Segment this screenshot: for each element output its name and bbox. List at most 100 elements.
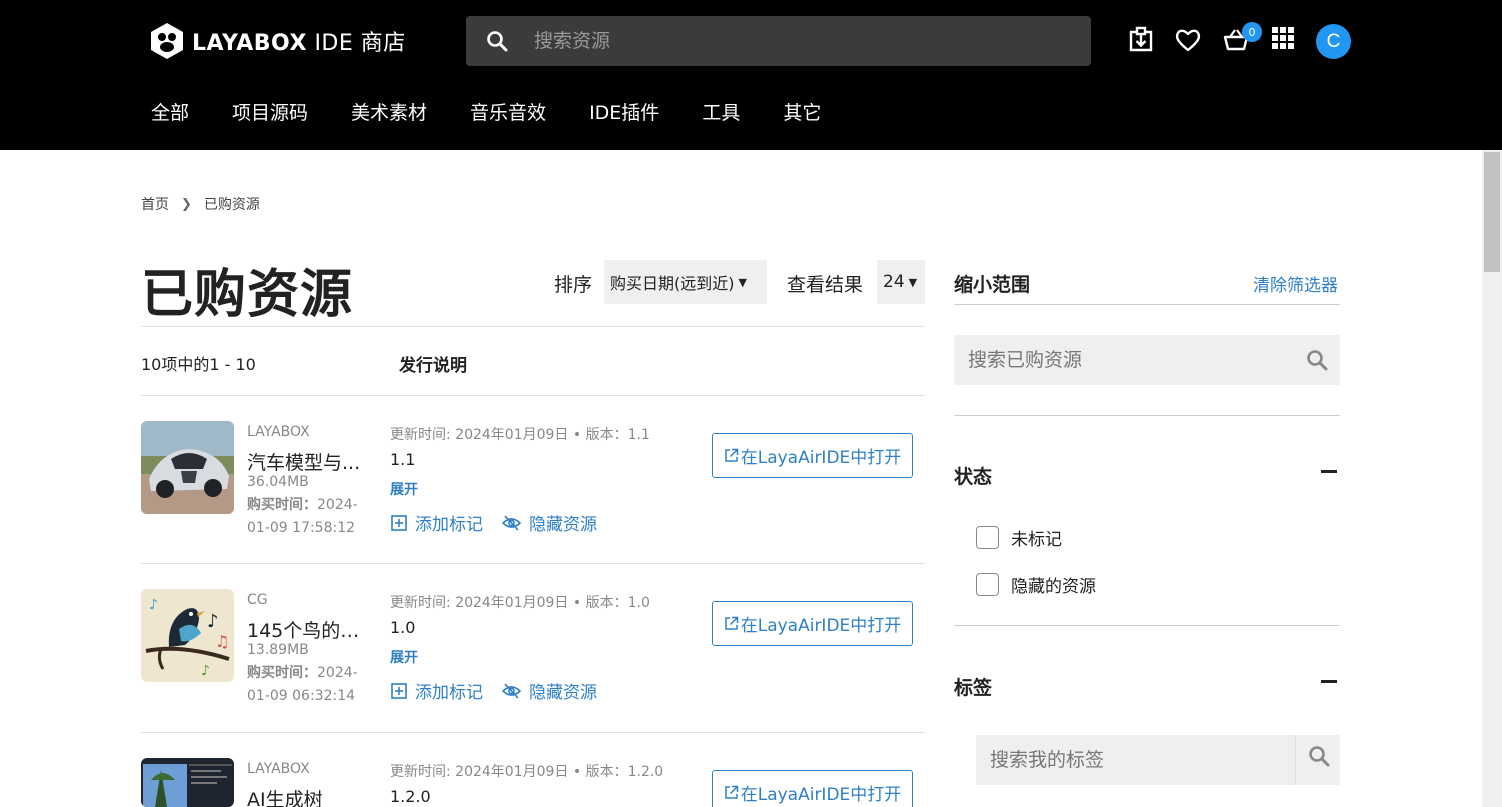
- asset-vendor: LAYABOX: [247, 424, 310, 440]
- release-version: 1.1: [390, 450, 416, 469]
- hide-asset-button[interactable]: 隐藏资源: [502, 510, 597, 535]
- breadcrumb: 首页 ❯ 已购资源: [141, 194, 260, 214]
- open-in-ide-button[interactable]: 在LayaAirIDE中打开: [712, 770, 913, 807]
- top-header: LAYABOX IDE 商店 0 C 全部 项目源码 美术素材 音乐音效 IDE…: [0, 0, 1502, 150]
- asset-name[interactable]: AI生成树: [247, 785, 375, 807]
- divider: [954, 304, 1340, 305]
- checkbox[interactable]: [976, 573, 999, 596]
- sort-select-value: 购买日期(远到近): [610, 274, 735, 293]
- asset-thumbnail-bird[interactable]: ♪ ♫ ♪ ♪: [141, 589, 234, 682]
- asset-size: 13.89MB: [247, 642, 309, 658]
- divider: [141, 563, 925, 564]
- open-in-ide-button[interactable]: 在LayaAirIDE中打开: [712, 433, 913, 478]
- nav-item-all[interactable]: 全部: [151, 98, 189, 125]
- open-in-ide-button[interactable]: 在LayaAirIDE中打开: [712, 601, 913, 646]
- purchase-time: 购买时间：2024-01-09 17:58:12: [247, 497, 358, 536]
- asset-vendor: CG: [247, 592, 268, 608]
- update-info: 更新时间: 2024年01月09日 • 版本：1.1: [390, 427, 650, 443]
- nav-item-other[interactable]: 其它: [783, 98, 821, 125]
- filter-hidden[interactable]: 隐藏的资源: [976, 572, 1096, 597]
- logo[interactable]: LAYABOX IDE 商店: [150, 20, 406, 62]
- view-results-select[interactable]: 24 ▼: [877, 260, 925, 304]
- user-avatar[interactable]: C: [1316, 24, 1351, 59]
- search-icon[interactable]: [1308, 745, 1330, 767]
- asset-name[interactable]: 145个鸟的音...: [247, 616, 375, 643]
- add-tag-button[interactable]: 添加标记: [391, 678, 483, 703]
- list-item: LAYABOX AI生成树 更新时间: 2024年01月09日 • 版本：1.2…: [141, 758, 925, 807]
- heart-icon[interactable]: [1174, 26, 1202, 54]
- divider: [954, 415, 1340, 416]
- expand-link[interactable]: 展开: [390, 647, 418, 667]
- apps-grid-icon[interactable]: [1271, 26, 1295, 50]
- svg-text:♫: ♫: [215, 632, 229, 651]
- release-version: 1.0: [390, 618, 416, 637]
- update-info: 更新时间: 2024年01月09日 • 版本：1.2.0: [390, 764, 664, 780]
- tag-search-input[interactable]: [990, 749, 1290, 771]
- plus-square-icon: [391, 514, 407, 531]
- eye-slash-icon: [502, 514, 521, 531]
- divider: [141, 732, 925, 733]
- expand-link[interactable]: 展开: [390, 479, 418, 499]
- breadcrumb-current: 已购资源: [203, 197, 260, 213]
- svg-text:♪: ♪: [201, 663, 210, 679]
- eye-slash-icon: [502, 682, 521, 699]
- view-results-label: 查看结果: [787, 274, 864, 296]
- item-actions: 添加标记 隐藏资源: [391, 678, 616, 703]
- search-icon[interactable]: [1306, 349, 1328, 371]
- breadcrumb-home[interactable]: 首页: [141, 194, 169, 214]
- sort-label: 排序: [554, 274, 593, 296]
- external-link-icon: [724, 785, 738, 799]
- release-notes-header: 发行说明: [399, 356, 467, 376]
- nav-item-tools[interactable]: 工具: [702, 98, 740, 125]
- list-item: LAYABOX 汽车模型与... 36.04MB 购买时间：2024-01-09…: [141, 421, 925, 551]
- nav-item-audio[interactable]: 音乐音效: [470, 98, 546, 125]
- nav-item-art[interactable]: 美术素材: [351, 98, 427, 125]
- divider: [141, 326, 925, 327]
- filter-title: 缩小范围: [954, 274, 1031, 296]
- download-icon[interactable]: [1127, 26, 1155, 54]
- tags-section-title: 标签: [954, 677, 993, 699]
- list-item: ♪ ♫ ♪ ♪ CG 145个鸟的音... 13.89MB 购买时间：2024-…: [141, 589, 925, 719]
- sort-select[interactable]: 购买日期(远到近) ▼: [604, 260, 767, 304]
- divider: [954, 625, 1340, 626]
- nav-item-ide-plugins[interactable]: IDE插件: [589, 98, 659, 125]
- category-nav: 全部 项目源码 美术素材 音乐音效 IDE插件 工具 其它: [151, 98, 864, 125]
- collapse-minus-icon[interactable]: [1321, 680, 1337, 683]
- update-info: 更新时间: 2024年01月09日 • 版本：1.0: [390, 595, 650, 611]
- divider: [1295, 735, 1296, 785]
- svg-text:♪: ♪: [207, 611, 219, 632]
- checkbox[interactable]: [976, 526, 999, 549]
- chevron-down-icon: ▼: [908, 275, 918, 289]
- svg-text:♪: ♪: [149, 597, 158, 613]
- external-link-icon: [724, 448, 738, 462]
- filter-unmarked[interactable]: 未标记: [976, 525, 1062, 550]
- search-icon[interactable]: [486, 30, 508, 52]
- plus-square-icon: [391, 682, 407, 699]
- purchase-time: 购买时间：2024-01-09 06:32:14: [247, 665, 358, 704]
- search-input[interactable]: [534, 30, 1054, 52]
- chevron-right-icon: ❯: [181, 196, 192, 212]
- divider: [141, 395, 925, 396]
- asset-name[interactable]: 汽车模型与...: [247, 448, 375, 475]
- laya-logo-icon: [151, 23, 183, 59]
- tag-search: [976, 735, 1340, 785]
- asset-thumbnail-tree[interactable]: [141, 758, 234, 807]
- page-title: 已购资源: [141, 265, 354, 325]
- add-tag-button[interactable]: 添加标记: [391, 510, 483, 535]
- view-select-value: 24: [883, 272, 905, 292]
- asset-vendor: LAYABOX: [247, 761, 310, 777]
- purchased-search: [954, 335, 1340, 385]
- chevron-down-icon: ▼: [738, 275, 747, 289]
- purchased-search-input[interactable]: [968, 349, 1288, 371]
- clear-filters-link[interactable]: 清除筛选器: [1253, 271, 1338, 296]
- scrollbar-thumb[interactable]: [1484, 152, 1500, 272]
- hide-asset-button[interactable]: 隐藏资源: [502, 678, 597, 703]
- logo-text: LAYABOX IDE 商店: [192, 31, 406, 56]
- nav-item-source[interactable]: 项目源码: [232, 98, 308, 125]
- item-actions: 添加标记 隐藏资源: [391, 510, 616, 535]
- asset-size: 36.04MB: [247, 474, 309, 490]
- result-count: 10项中的1 - 10: [141, 355, 256, 374]
- cart-count-badge: 0: [1242, 22, 1262, 42]
- asset-thumbnail-car[interactable]: [141, 421, 234, 514]
- collapse-minus-icon[interactable]: [1321, 470, 1337, 473]
